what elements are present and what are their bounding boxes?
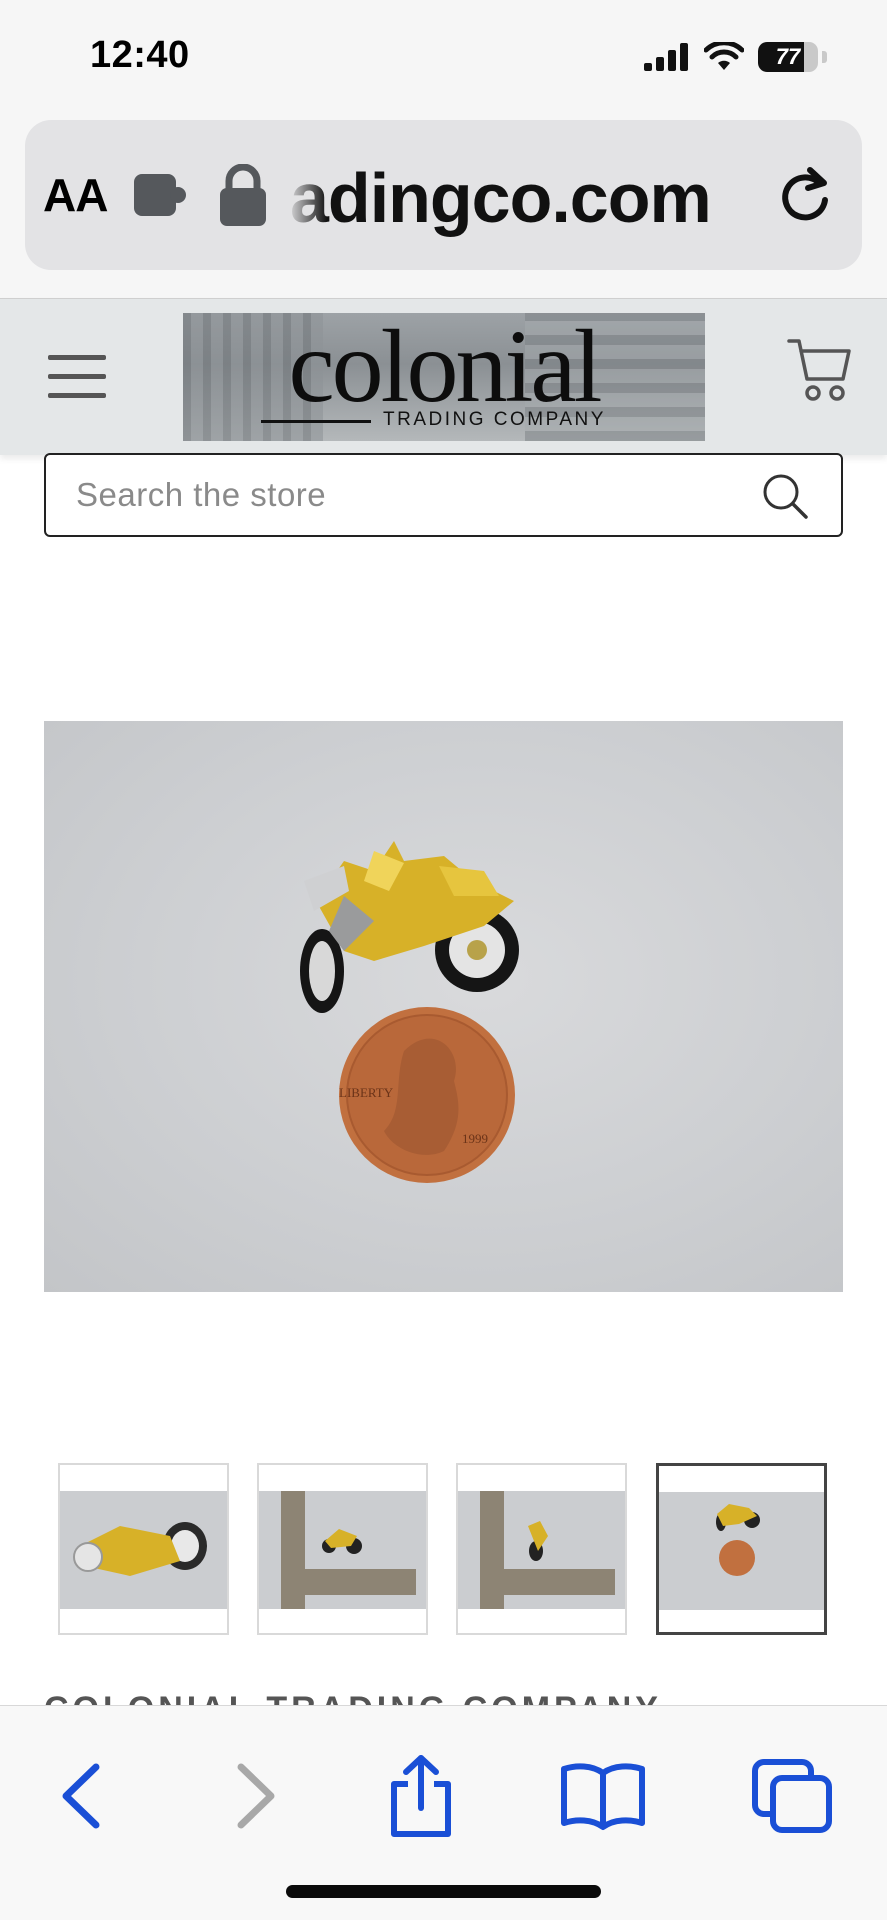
battery-level: 77 — [775, 44, 801, 69]
extension-icon[interactable] — [132, 170, 188, 220]
search-box — [44, 453, 843, 537]
thumbnail-image — [60, 1491, 227, 1609]
battery-icon: 77 — [758, 42, 818, 72]
forward-button[interactable] — [207, 1746, 307, 1846]
tabs-icon — [752, 1759, 832, 1833]
thumbnail-4[interactable] — [656, 1463, 827, 1635]
thumbnail-image — [458, 1491, 625, 1609]
thumbnail-2[interactable] — [257, 1463, 428, 1635]
thumbnail-image — [659, 1492, 824, 1610]
thumbnail-strip — [58, 1463, 828, 1635]
home-indicator[interactable] — [286, 1885, 601, 1898]
browser-toolbar — [0, 1705, 887, 1920]
share-icon — [391, 1755, 451, 1837]
book-icon — [561, 1763, 645, 1830]
product-main-image[interactable]: LIBERTY 1999 — [44, 721, 843, 1292]
thumbnail-3[interactable] — [456, 1463, 627, 1635]
penny-year: 1999 — [462, 1131, 488, 1146]
signal-icon — [644, 43, 688, 71]
bookmarks-button[interactable] — [553, 1746, 653, 1846]
share-button[interactable] — [371, 1746, 471, 1846]
status-icons: 77 — [644, 42, 827, 72]
thumbnail-1[interactable] — [58, 1463, 229, 1635]
search-icon[interactable] — [761, 472, 809, 520]
logo-underline — [261, 420, 371, 423]
tabs-button[interactable] — [742, 1746, 842, 1846]
site-logo[interactable]: colonial TRADING COMPANY — [183, 313, 705, 441]
search-input[interactable] — [76, 469, 756, 521]
address-bar[interactable]: AA adingco.com — [25, 120, 862, 270]
site-header: colonial TRADING COMPANY — [0, 298, 887, 455]
url-text[interactable]: adingco.com — [290, 158, 712, 238]
status-time: 12:40 — [90, 34, 190, 76]
browser-chrome-top: AA adingco.com — [0, 118, 887, 298]
lock-icon — [220, 164, 266, 226]
reload-icon[interactable] — [776, 164, 834, 224]
motorcycle-charm-photo: LIBERTY 1999 — [300, 841, 519, 1183]
back-button[interactable] — [30, 1746, 130, 1846]
url-fade — [287, 150, 327, 240]
aa-label: AA — [43, 169, 108, 221]
penny-liberty: LIBERTY — [339, 1085, 394, 1100]
chevron-left-icon — [62, 1763, 100, 1829]
status-bar: 12:40 77 — [0, 0, 887, 118]
logo-subtitle: TRADING COMPANY — [383, 409, 606, 430]
logo-name: colonial — [288, 313, 602, 424]
thumbnail-image — [259, 1491, 426, 1609]
chevron-right-icon — [237, 1763, 275, 1829]
cart-icon[interactable] — [787, 335, 851, 405]
reader-aa-button[interactable]: AA — [43, 168, 108, 222]
battery-cap — [822, 51, 827, 63]
hamburger-menu-icon[interactable] — [48, 353, 108, 401]
wifi-icon — [704, 42, 744, 70]
